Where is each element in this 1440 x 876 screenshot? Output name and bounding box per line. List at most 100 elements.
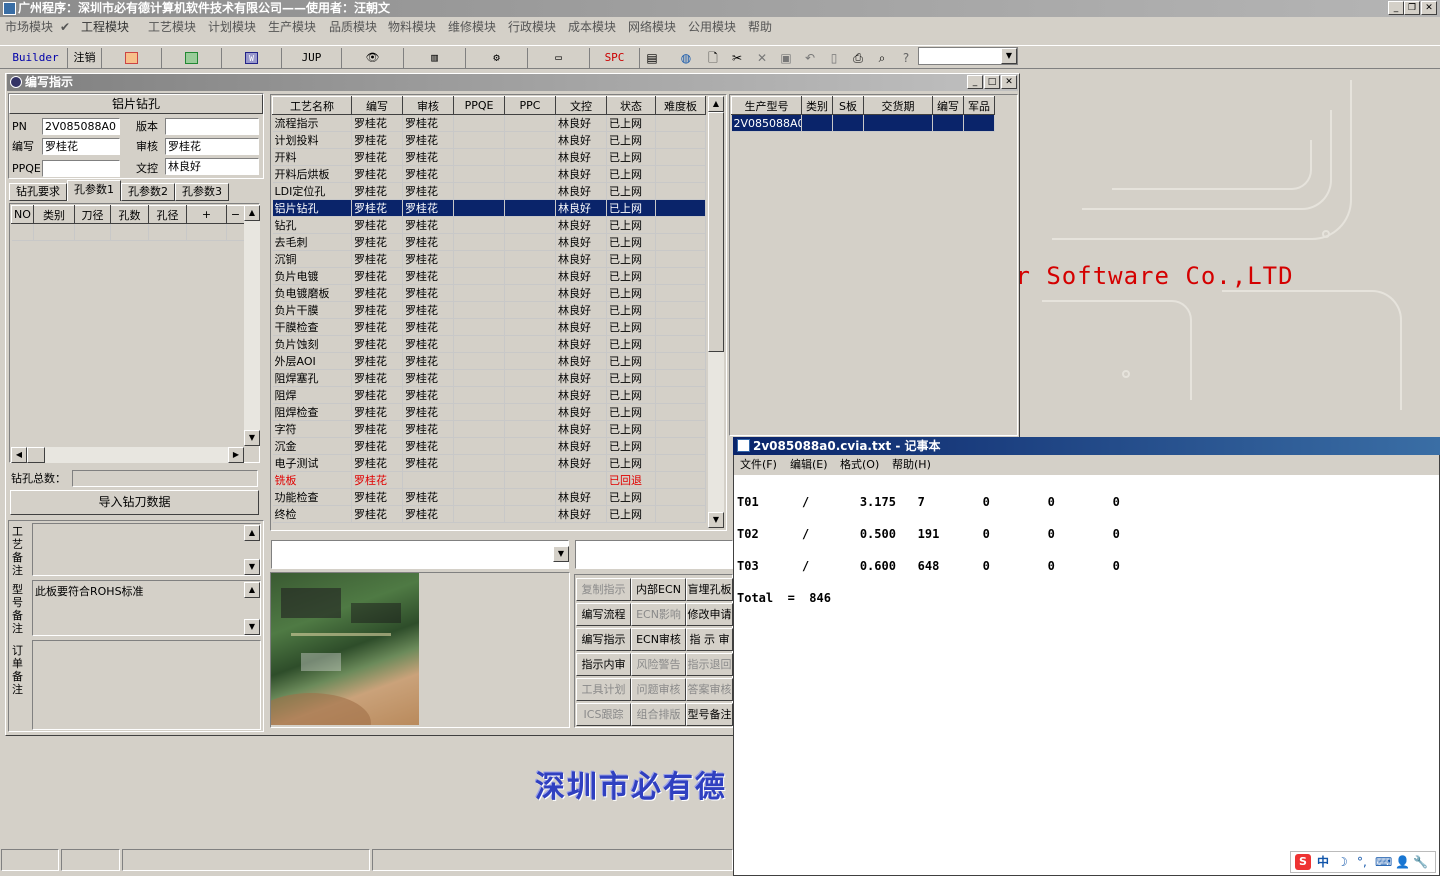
eye-icon[interactable]: 👁 bbox=[342, 48, 404, 68]
moon-icon[interactable]: ☽ bbox=[1337, 852, 1348, 872]
child-minimize-button[interactable]: _ bbox=[967, 75, 983, 89]
menu-admin[interactable]: 行政模块 bbox=[508, 17, 556, 37]
action-button[interactable]: 风险警告 bbox=[631, 653, 686, 676]
action-button[interactable]: 编写指示 bbox=[576, 628, 631, 651]
menu-material[interactable]: 物料模块 bbox=[388, 17, 436, 37]
tab-hole-params-1[interactable]: 孔参数1 bbox=[67, 180, 121, 201]
action-button[interactable]: 编写流程 bbox=[576, 603, 631, 626]
vscroll-thumb[interactable] bbox=[708, 112, 724, 352]
jup-button[interactable]: JUP bbox=[282, 48, 342, 68]
action-button[interactable]: 指示退回 bbox=[686, 653, 733, 676]
table-row[interactable]: 负电镀磨板 罗桂花 罗桂花 林良好 已上网 bbox=[272, 284, 706, 302]
col-status[interactable]: 状态 bbox=[606, 96, 656, 115]
table-row[interactable]: 沉金 罗桂花 罗桂花 林良好 已上网 bbox=[272, 437, 706, 455]
sogou-icon[interactable]: S bbox=[1295, 854, 1311, 870]
action-button[interactable]: 盲埋孔板 bbox=[686, 578, 733, 601]
menu-engineering[interactable]: 工程模块 bbox=[81, 17, 129, 37]
menu-market[interactable]: 市场模块 bbox=[5, 17, 53, 37]
col-no[interactable]: NO bbox=[11, 205, 34, 224]
version-field[interactable] bbox=[165, 118, 259, 135]
model-remark-field[interactable]: 此板要符合ROHS标准 ▲ ▼ bbox=[32, 580, 261, 636]
doc-control-field[interactable]: 林良好 bbox=[165, 158, 259, 175]
table-row[interactable]: 阻焊 罗桂花 罗桂花 林良好 已上网 bbox=[272, 386, 706, 404]
hscroll-thumb[interactable] bbox=[27, 447, 45, 463]
notepad-menu-file[interactable]: 文件(F) bbox=[740, 455, 777, 475]
col-ppqe[interactable]: PPQE bbox=[453, 96, 505, 115]
action-button[interactable]: 组合排版 bbox=[631, 703, 686, 726]
table-row[interactable]: 开料后烘板 罗桂花 罗桂花 林良好 已上网 bbox=[272, 165, 706, 183]
action-button[interactable]: 工具计划 bbox=[576, 678, 631, 701]
excel-icon[interactable] bbox=[162, 48, 222, 68]
col-delivery[interactable]: 交货期 bbox=[863, 96, 933, 115]
tab-hole-params-3[interactable]: 孔参数3 bbox=[175, 183, 229, 201]
col-category[interactable]: 类别 bbox=[801, 96, 833, 115]
tab-hole-params-2[interactable]: 孔参数2 bbox=[121, 183, 175, 201]
scroll-down-icon[interactable]: ▼ bbox=[244, 559, 260, 575]
import-drill-data-button[interactable]: 导入钻刀数据 bbox=[10, 490, 259, 515]
logout-button[interactable]: 注销 bbox=[68, 48, 102, 68]
menu-maintenance[interactable]: 维修模块 bbox=[448, 17, 496, 37]
help-icon[interactable]: ? bbox=[896, 48, 916, 68]
scroll-down-icon[interactable]: ▼ bbox=[244, 619, 260, 635]
table-row[interactable]: 阻焊塞孔 罗桂花 罗桂花 林良好 已上网 bbox=[272, 369, 706, 387]
table-row[interactable]: 终检 罗桂花 罗桂花 林良好 已上网 bbox=[272, 505, 706, 523]
process-table-vscroll[interactable]: ▲ ▼ bbox=[708, 96, 724, 528]
col-hole-count[interactable]: 孔数 bbox=[110, 205, 149, 224]
globe-icon[interactable]: ◍ bbox=[676, 48, 696, 68]
print-icon[interactable]: ⎙ bbox=[848, 48, 868, 68]
col-tool-dia[interactable]: 刀径 bbox=[74, 205, 111, 224]
scroll-down-icon[interactable]: ▼ bbox=[708, 512, 724, 528]
table-row[interactable]: 去毛刺 罗桂花 罗桂花 林良好 已上网 bbox=[272, 233, 706, 251]
table-row[interactable]: 干膜检查 罗桂花 罗桂花 林良好 已上网 bbox=[272, 318, 706, 336]
menu-process[interactable]: 工艺模块 bbox=[148, 17, 196, 37]
table-row[interactable]: 铝片钻孔 罗桂花 罗桂花 林良好 已上网 bbox=[272, 199, 706, 217]
calendar-icon[interactable]: ▤ bbox=[642, 48, 662, 68]
process-combo[interactable]: ▼ bbox=[271, 540, 569, 569]
table-row[interactable]: 功能检查 罗桂花 罗桂花 林良好 已上网 bbox=[272, 488, 706, 506]
add-row-button[interactable]: + bbox=[186, 205, 227, 224]
punctuation-icon[interactable]: °, bbox=[1357, 852, 1367, 872]
col-s-board[interactable]: S板 bbox=[832, 96, 864, 115]
col-type[interactable]: 类别 bbox=[33, 205, 75, 224]
save-icon[interactable]: ▣ bbox=[776, 48, 796, 68]
action-button[interactable]: 答案审核 bbox=[686, 678, 733, 701]
remove-row-button[interactable]: − bbox=[226, 205, 245, 224]
notepad-text-area[interactable]: T01 / 3.175 7 0 0 0 T02 / 0.500 191 0 0 … bbox=[737, 478, 1120, 622]
table-row[interactable]: 沉铜 罗桂花 罗桂花 林良好 已上网 bbox=[272, 250, 706, 268]
review-field[interactable]: 罗桂花 bbox=[165, 138, 259, 155]
action-button[interactable]: 修改申请 bbox=[686, 603, 733, 626]
menu-quality[interactable]: 品质模块 bbox=[329, 17, 377, 37]
child-maximize-button[interactable]: □ bbox=[984, 75, 1000, 89]
scroll-up-icon[interactable]: ▲ bbox=[244, 525, 260, 541]
author-field[interactable]: 罗桂花 bbox=[42, 138, 120, 155]
scroll-up-icon[interactable]: ▲ bbox=[708, 96, 724, 112]
menu-cost[interactable]: 成本模块 bbox=[568, 17, 616, 37]
table-row[interactable]: 负片干膜 罗桂花 罗桂花 林良好 已上网 bbox=[272, 301, 706, 319]
scroll-up-icon[interactable]: ▲ bbox=[244, 205, 260, 221]
word-icon[interactable]: W bbox=[222, 48, 282, 68]
order-remark-field[interactable] bbox=[32, 640, 261, 730]
notepad-menu-help[interactable]: 帮助(H) bbox=[892, 455, 931, 475]
table-row[interactable]: 负片蚀刻 罗桂花 罗桂花 林良好 已上网 bbox=[272, 335, 706, 353]
table-row[interactable]: 字符 罗桂花 罗桂花 林良好 已上网 bbox=[272, 420, 706, 438]
menu-help[interactable]: 帮助 bbox=[748, 17, 772, 37]
menu-network[interactable]: 网络模块 bbox=[628, 17, 676, 37]
table-row[interactable]: LDI定位孔 罗桂花 罗桂花 林良好 已上网 bbox=[272, 182, 706, 200]
restore-button[interactable]: ❐ bbox=[1404, 1, 1420, 15]
ime-chinese-mode[interactable]: 中 bbox=[1317, 852, 1329, 872]
find-icon[interactable]: ⌕ bbox=[872, 48, 892, 68]
col-model[interactable]: 生产型号 bbox=[731, 96, 802, 115]
table-row[interactable]: 开料 罗桂花 罗桂花 林良好 已上网 bbox=[272, 148, 706, 166]
table-row[interactable]: 铣板 罗桂花 已回退 bbox=[272, 471, 706, 489]
database-icon[interactable]: ▥ bbox=[404, 48, 466, 68]
col-military[interactable]: 军品 bbox=[963, 96, 995, 115]
scroll-up-icon[interactable]: ▲ bbox=[244, 582, 260, 598]
notepad-menu-format[interactable]: 格式(O) bbox=[840, 455, 879, 475]
table-row[interactable]: 外层AOI 罗桂花 罗桂花 林良好 已上网 bbox=[272, 352, 706, 370]
gear-icon[interactable]: ⚙ bbox=[466, 48, 528, 68]
action-button[interactable]: ICS跟踪 bbox=[576, 703, 631, 726]
menu-common[interactable]: 公用模块 bbox=[688, 17, 736, 37]
keyboard-icon[interactable]: ⌨ bbox=[1375, 852, 1392, 872]
table-row[interactable]: 流程指示 罗桂花 罗桂花 林良好 已上网 bbox=[272, 114, 706, 132]
user-icon[interactable]: 👤 bbox=[1395, 852, 1410, 872]
